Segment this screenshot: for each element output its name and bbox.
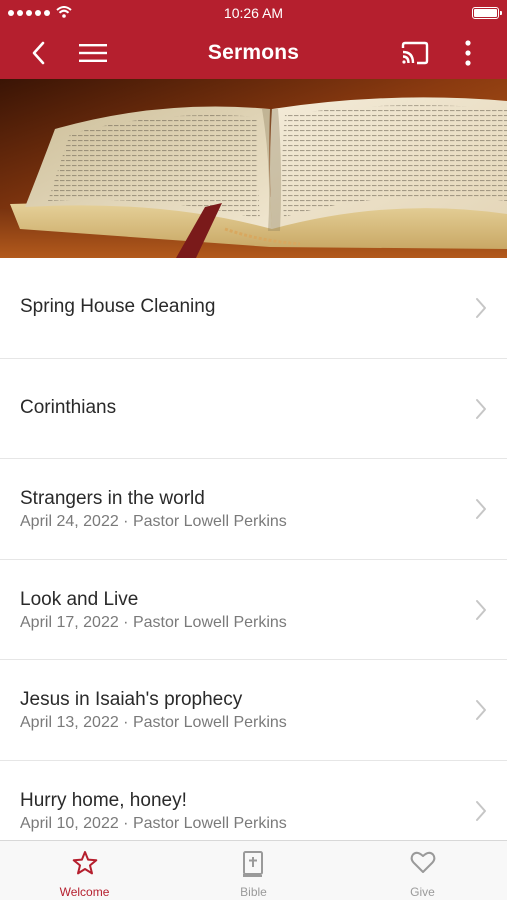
chevron-right-icon	[476, 499, 486, 519]
status-time: 10:26 AM	[223, 5, 284, 21]
heart-icon	[410, 851, 436, 873]
star-icon	[72, 851, 98, 875]
cast-icon	[401, 41, 429, 65]
sermon-title: Look and Live	[20, 588, 139, 610]
sermon-title: Spring House Cleaning	[20, 296, 216, 317]
app-header: 10:26 AM Sermons	[0, 0, 507, 79]
tab-bar: Welcome Bible Give	[0, 840, 507, 900]
sermon-date-speaker: April 17, 2022 · Pastor Lowell Perkins	[20, 613, 287, 631]
chevron-right-icon	[476, 700, 486, 720]
chevron-right-icon	[476, 599, 486, 620]
hero-image	[0, 79, 507, 258]
tab-label: Bible	[240, 885, 267, 899]
list-item[interactable]: Look and Live April 17, 2022 · Pastor Lo…	[0, 559, 507, 660]
list-item[interactable]: Jesus in Isaiah's prophecy April 13, 202…	[0, 660, 507, 761]
sermon-title: Strangers in the world	[20, 488, 205, 509]
status-bar: 10:26 AM	[0, 0, 507, 27]
sermon-title: Corinthians	[20, 396, 117, 418]
tab-label: Give	[410, 885, 435, 899]
sermon-title: Hurry home, honey!	[20, 789, 187, 811]
more-options-button[interactable]	[450, 27, 486, 79]
chevron-right-icon	[476, 398, 486, 419]
tab-welcome[interactable]: Welcome	[0, 841, 169, 900]
cast-button[interactable]	[392, 27, 438, 79]
list-item[interactable]: Strangers in the world April 24, 2022 · …	[0, 459, 507, 560]
vertical-dots-icon	[465, 40, 471, 66]
tab-give[interactable]: Give	[338, 841, 507, 900]
sermon-date-speaker: April 24, 2022 · Pastor Lowell Perkins	[20, 513, 287, 530]
list-item[interactable]: Corinthians	[0, 358, 507, 459]
tab-label: Welcome	[59, 885, 110, 899]
list-item[interactable]: Spring House Cleaning	[0, 258, 507, 359]
chevron-right-icon	[476, 298, 486, 318]
chevron-right-icon	[476, 800, 486, 821]
navigation-bar: Sermons	[0, 27, 507, 79]
bible-icon	[243, 851, 263, 877]
sermon-date-speaker: April 10, 2022 · Pastor Lowell Perkins	[20, 814, 287, 832]
tab-bible[interactable]: Bible	[169, 841, 338, 900]
sermon-date-speaker: April 13, 2022 · Pastor Lowell Perkins	[20, 714, 287, 731]
sermon-list: Spring House Cleaning Corinthians Strang…	[0, 258, 507, 861]
battery-icon	[472, 7, 502, 19]
sermon-title: Jesus in Isaiah's prophecy	[20, 689, 243, 710]
open-bible-photo	[0, 79, 507, 258]
